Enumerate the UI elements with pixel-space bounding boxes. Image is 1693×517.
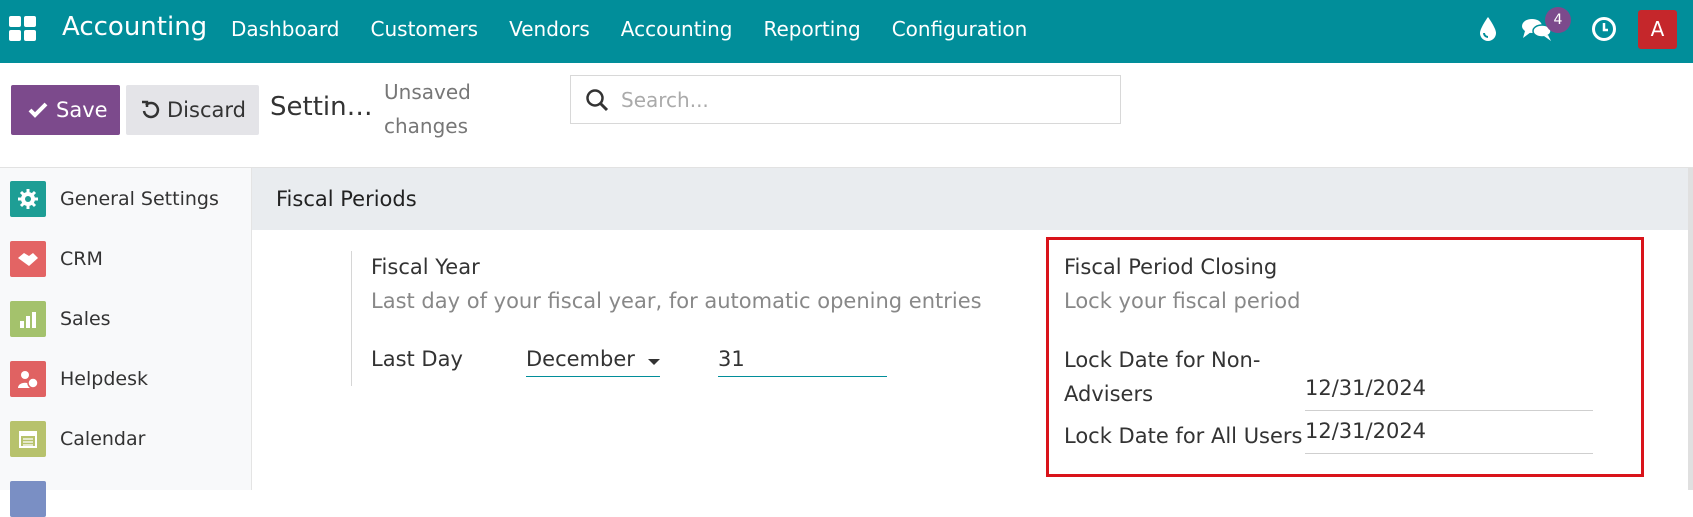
- drop-icon[interactable]: [1478, 16, 1498, 42]
- breadcrumb: Settin…: [270, 92, 373, 122]
- lock-date-non-advisers-value: 12/31/2024: [1305, 376, 1427, 400]
- last-day-day-input[interactable]: 31: [718, 343, 887, 377]
- gear-icon: [10, 181, 46, 217]
- sidebar-item-crm[interactable]: CRM: [10, 241, 103, 277]
- settings-sidebar: General Settings CRM Sales Helpdesk Cale…: [0, 168, 252, 517]
- last-day-month-select[interactable]: December: [526, 343, 660, 377]
- clock-icon[interactable]: [1591, 16, 1617, 42]
- lock-date-non-advisers-label: Lock Date for Non-Advisers: [1064, 348, 1261, 406]
- fiscal-year-description: Last day of your fiscal year, for automa…: [371, 289, 982, 313]
- sidebar-item-label: CRM: [60, 248, 103, 270]
- discard-button[interactable]: Discard: [126, 85, 259, 135]
- chart-icon: [10, 301, 46, 337]
- fiscal-closing-description: Lock your fiscal period: [1064, 289, 1301, 313]
- sidebar-item-partial[interactable]: [10, 481, 60, 517]
- search-box[interactable]: [570, 75, 1121, 124]
- scrollbar[interactable]: [1688, 168, 1693, 490]
- section-header: Fiscal Periods: [252, 168, 1688, 230]
- check-icon: [28, 102, 48, 118]
- lock-date-all-users-field[interactable]: 12/31/2024: [1305, 419, 1593, 454]
- calendar-icon: [10, 421, 46, 457]
- menu-item-configuration[interactable]: Configuration: [892, 17, 1028, 41]
- save-button[interactable]: Save: [11, 85, 120, 135]
- menu-item-customers[interactable]: Customers: [371, 17, 479, 41]
- unsaved-changes-indicator: Unsaved changes: [384, 80, 471, 138]
- app-brand[interactable]: Accounting: [62, 12, 207, 42]
- sidebar-item-label: Helpdesk: [60, 368, 148, 390]
- fiscal-year-title: Fiscal Year: [371, 255, 480, 279]
- control-panel: Save Discard Settin… Unsaved changes: [0, 63, 1693, 168]
- undo-icon: [142, 100, 160, 119]
- sidebar-item-sales[interactable]: Sales: [10, 301, 111, 337]
- search-icon: [586, 89, 609, 112]
- chat-count-badge: 4: [1545, 7, 1571, 33]
- menu-item-vendors[interactable]: Vendors: [509, 17, 590, 41]
- sidebar-item-label: Calendar: [60, 428, 146, 450]
- support-icon: [10, 361, 46, 397]
- lock-date-non-advisers-field[interactable]: 12/31/2024: [1305, 376, 1593, 411]
- sidebar-item-label: Sales: [60, 308, 111, 330]
- save-label: Save: [56, 98, 108, 122]
- fiscal-closing-title: Fiscal Period Closing: [1064, 255, 1278, 279]
- caret-down-icon: [648, 359, 660, 365]
- menu-item-dashboard[interactable]: Dashboard: [231, 17, 340, 41]
- sidebar-item-helpdesk[interactable]: Helpdesk: [10, 361, 148, 397]
- app-icon: [10, 481, 46, 517]
- top-navbar: Accounting Dashboard Customers Vendors A…: [0, 0, 1693, 63]
- user-avatar[interactable]: A: [1638, 10, 1677, 49]
- month-value: December: [526, 347, 635, 371]
- menu-item-accounting[interactable]: Accounting: [621, 17, 733, 41]
- section-title: Fiscal Periods: [276, 187, 417, 211]
- sidebar-item-label: General Settings: [60, 188, 219, 210]
- sidebar-item-general-settings[interactable]: General Settings: [10, 181, 219, 217]
- handshake-icon: [10, 241, 46, 277]
- lock-date-all-users-value: 12/31/2024: [1305, 419, 1427, 443]
- discard-label: Discard: [167, 98, 246, 122]
- search-input[interactable]: [621, 84, 1101, 116]
- menu-item-reporting[interactable]: Reporting: [763, 17, 860, 41]
- main-menu: Dashboard Customers Vendors Accounting R…: [231, 17, 1058, 41]
- day-value: 31: [718, 347, 745, 371]
- lock-date-all-users-label: Lock Date for All Users: [1064, 424, 1303, 448]
- fiscal-year-setting: Fiscal Year Last day of your fiscal year…: [351, 251, 982, 386]
- apps-menu-icon[interactable]: [9, 16, 36, 41]
- sidebar-item-calendar[interactable]: Calendar: [10, 421, 145, 457]
- last-day-label: Last Day: [371, 347, 463, 371]
